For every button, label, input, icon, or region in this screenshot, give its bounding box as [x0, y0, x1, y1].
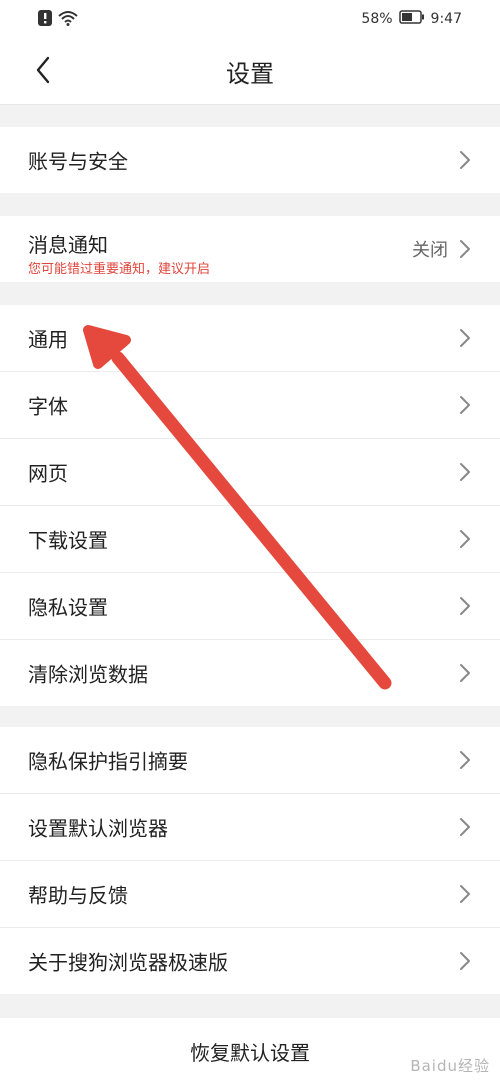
about-group: 隐私保护指引摘要 设置默认浏览器 帮助与反馈 关于搜狗浏览器极速版 — [0, 727, 500, 994]
row-help-feedback[interactable]: 帮助与反馈 — [0, 861, 500, 928]
row-label: 通用 — [28, 327, 68, 352]
row-message-notification[interactable]: 消息通知 您可能错过重要通知，建议开启 关闭 — [0, 216, 500, 282]
row-label: 设置默认浏览器 — [28, 816, 168, 841]
notify-warning: 您可能错过重要通知，建议开启 — [28, 262, 211, 277]
row-label: 清除浏览数据 — [28, 662, 148, 687]
row-account-security[interactable]: 账号与安全 — [0, 127, 500, 193]
row-label: 网页 — [28, 461, 68, 486]
chevron-right-icon — [460, 463, 470, 481]
chevron-right-icon — [460, 530, 470, 548]
page-title: 设置 — [226, 60, 274, 88]
alert-icon — [38, 10, 52, 30]
notify-status: 关闭 — [412, 240, 448, 261]
clock: 9:47 — [430, 11, 462, 27]
notify-group: 消息通知 您可能错过重要通知，建议开启 关闭 — [0, 216, 500, 282]
chevron-right-icon — [460, 151, 470, 169]
notify-label: 消息通知 — [28, 233, 108, 257]
row-label: 关于搜狗浏览器极速版 — [28, 950, 228, 975]
chevron-right-icon — [460, 885, 470, 903]
status-bar: 58% 9:47 — [0, 0, 500, 38]
chevron-right-icon — [460, 240, 470, 258]
watermark: Baidu经验 — [410, 1057, 490, 1075]
wifi-icon — [58, 10, 78, 30]
chevron-right-icon — [460, 751, 470, 769]
row-privacy-guide-summary[interactable]: 隐私保护指引摘要 — [0, 727, 500, 794]
nav-bar: 设置 — [0, 38, 500, 105]
row-label: 隐私设置 — [28, 595, 108, 620]
chevron-right-icon — [460, 597, 470, 615]
chevron-right-icon — [460, 952, 470, 970]
row-privacy-settings[interactable]: 隐私设置 — [0, 573, 500, 640]
battery-icon — [398, 10, 425, 28]
row-set-default-browser[interactable]: 设置默认浏览器 — [0, 794, 500, 861]
row-clear-browsing-data[interactable]: 清除浏览数据 — [0, 640, 500, 706]
row-font[interactable]: 字体 — [0, 372, 500, 439]
general-group: 通用 字体 网页 下载设置 隐私设置 清除浏览数据 — [0, 305, 500, 706]
row-label: 字体 — [28, 394, 68, 419]
chevron-right-icon — [460, 818, 470, 836]
chevron-right-icon — [460, 396, 470, 414]
account-group: 账号与安全 — [0, 127, 500, 193]
row-general[interactable]: 通用 — [0, 305, 500, 372]
row-download-settings[interactable]: 下载设置 — [0, 506, 500, 573]
row-about-browser[interactable]: 关于搜狗浏览器极速版 — [0, 928, 500, 994]
row-label: 账号与安全 — [28, 149, 128, 174]
chevron-right-icon — [460, 664, 470, 682]
row-label: 帮助与反馈 — [28, 883, 128, 908]
row-webpage[interactable]: 网页 — [0, 439, 500, 506]
row-label: 下载设置 — [28, 528, 108, 553]
row-label: 隐私保护指引摘要 — [28, 749, 188, 774]
battery-percent: 58% — [361, 11, 393, 27]
chevron-right-icon — [460, 329, 470, 347]
